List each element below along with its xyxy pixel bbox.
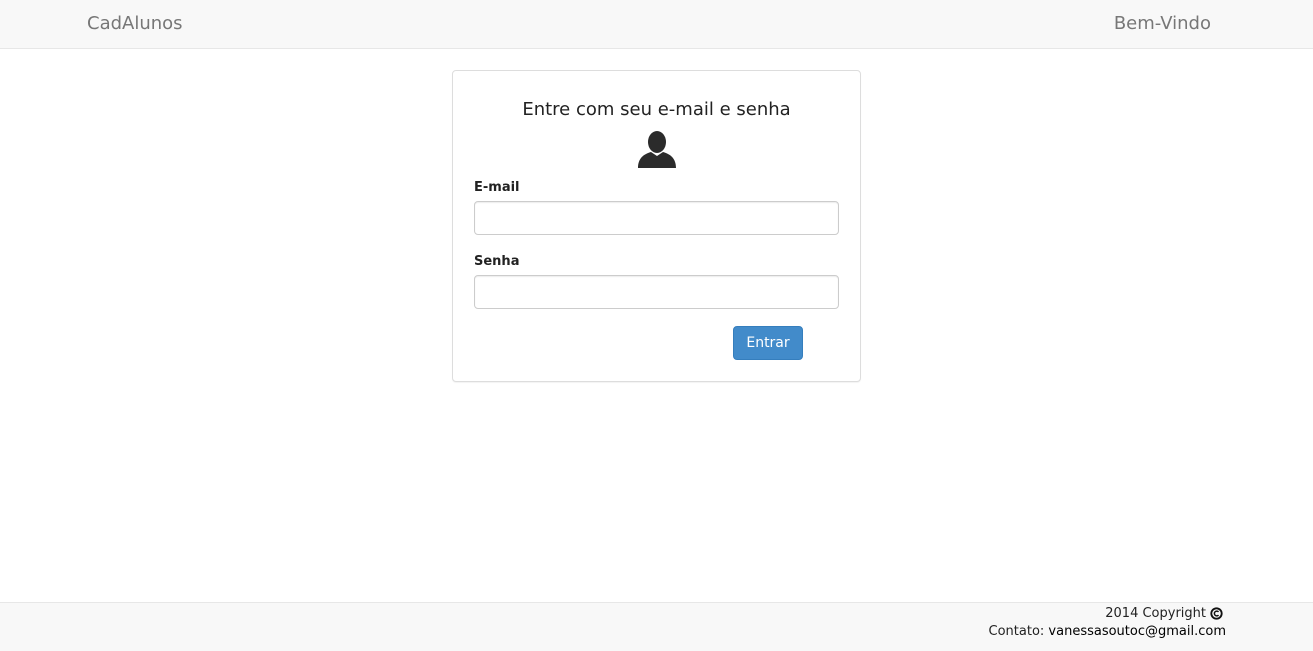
copyright-icon [1210, 607, 1223, 620]
password-field[interactable] [474, 275, 839, 309]
login-panel: Entre com seu e-mail e senha E-mail Senh… [452, 70, 861, 382]
welcome-text: Bem-Vindo [1113, 13, 1211, 34]
top-navbar: CadAlunos Bem-Vindo [0, 0, 1313, 49]
login-title: Entre com seu e-mail e senha [522, 99, 791, 120]
login-submit-button[interactable]: Entrar [733, 326, 803, 360]
email-field[interactable] [474, 201, 839, 235]
email-label: E-mail [474, 180, 520, 195]
page-footer: 2014 Copyright Contato: vanessasoutoc@gm… [0, 602, 1313, 651]
brand-link[interactable]: CadAlunos [87, 13, 183, 35]
contact-email[interactable]: vanessasoutoc@gmail.com [1048, 624, 1226, 639]
copyright-text: 2014 Copyright [1105, 606, 1206, 621]
copyright-line: 2014 Copyright [1105, 605, 1223, 622]
user-silhouette-icon [638, 131, 676, 168]
contact-line: Contato: vanessasoutoc@gmail.com [989, 623, 1226, 640]
contact-label: Contato: [988, 624, 1045, 639]
password-label: Senha [474, 254, 520, 269]
